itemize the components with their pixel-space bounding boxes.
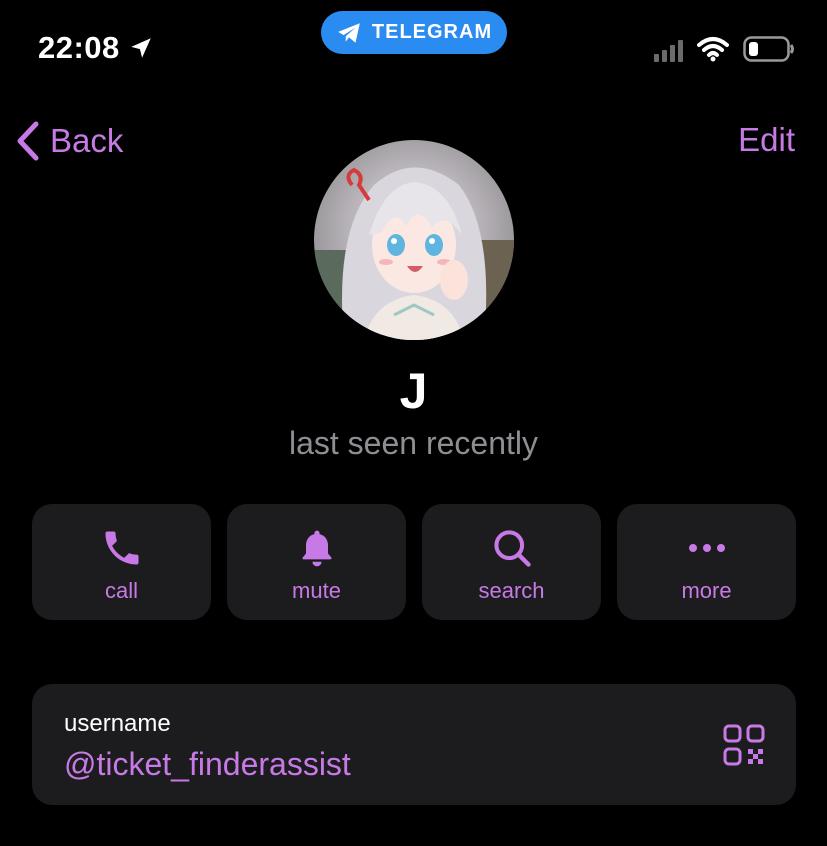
- telegram-icon: [338, 22, 360, 43]
- chevron-left-icon: [17, 121, 39, 161]
- username-card: username @ticket_finderassist: [32, 684, 796, 805]
- call-button[interactable]: call: [32, 504, 211, 620]
- username-label: username: [64, 710, 171, 737]
- pill-label: TELEGRAM: [371, 21, 493, 43]
- bell-icon: [301, 530, 332, 567]
- mute-button[interactable]: mute: [227, 504, 406, 620]
- back-label: Back: [50, 122, 124, 159]
- search-button[interactable]: search: [422, 504, 601, 620]
- ellipsis-icon: [688, 544, 725, 552]
- phone-icon: [105, 531, 138, 565]
- username-value[interactable]: @ticket_finderassist: [64, 746, 351, 783]
- avatar-image: [314, 140, 514, 340]
- magnifier-icon: [493, 530, 531, 567]
- status-indicators: [654, 36, 795, 62]
- location-arrow-icon: [131, 38, 151, 58]
- clock: 22:08: [38, 30, 120, 65]
- status-time: 22:08: [38, 30, 154, 66]
- action-row: call mute search more: [32, 504, 796, 620]
- battery-icon: [743, 36, 794, 62]
- more-button[interactable]: more: [617, 504, 796, 620]
- telegram-return-pill[interactable]: TELEGRAM: [321, 11, 507, 54]
- call-label: call: [104, 578, 138, 603]
- back-button[interactable]: Back: [14, 120, 123, 162]
- avatar[interactable]: [314, 140, 514, 340]
- wifi-icon: [697, 37, 729, 62]
- signal-icon: [654, 36, 683, 62]
- more-label: more: [681, 578, 732, 603]
- profile-status: last seen recently: [288, 425, 538, 461]
- edit-button[interactable]: Edit: [738, 121, 795, 159]
- mute-label: mute: [292, 578, 341, 603]
- search-label: search: [478, 578, 545, 603]
- qr-code-icon[interactable]: [723, 724, 765, 766]
- profile-name: J: [399, 363, 428, 419]
